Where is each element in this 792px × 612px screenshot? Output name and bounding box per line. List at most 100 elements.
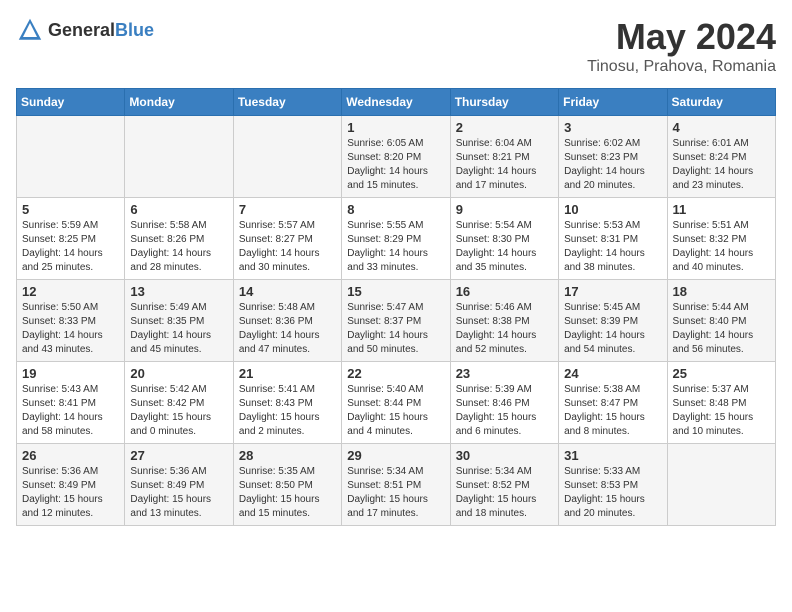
day-header-saturday: Saturday: [667, 89, 775, 116]
day-header-tuesday: Tuesday: [233, 89, 341, 116]
day-number: 29: [347, 448, 444, 463]
day-info: Sunrise: 5:47 AM Sunset: 8:37 PM Dayligh…: [347, 301, 444, 357]
day-info: Sunrise: 5:36 AM Sunset: 8:49 PM Dayligh…: [130, 465, 227, 521]
week-row-2: 5 Sunrise: 5:59 AM Sunset: 8:25 PM Daylig…: [17, 198, 776, 280]
day-number: 15: [347, 284, 444, 299]
calendar-cell: 14 Sunrise: 5:48 AM Sunset: 8:36 PM Dayli…: [233, 280, 341, 362]
day-number: 2: [456, 120, 553, 135]
location: Tinosu, Prahova, Romania: [587, 58, 776, 76]
calendar-cell: 24 Sunrise: 5:38 AM Sunset: 8:47 PM Dayli…: [559, 362, 667, 444]
day-number: 25: [673, 366, 770, 381]
day-number: 10: [564, 202, 661, 217]
day-number: 11: [673, 202, 770, 217]
day-info: Sunrise: 5:41 AM Sunset: 8:43 PM Dayligh…: [239, 383, 336, 439]
day-number: 7: [239, 202, 336, 217]
day-number: 31: [564, 448, 661, 463]
week-row-3: 12 Sunrise: 5:50 AM Sunset: 8:33 PM Dayli…: [17, 280, 776, 362]
day-info: Sunrise: 5:48 AM Sunset: 8:36 PM Dayligh…: [239, 301, 336, 357]
day-number: 20: [130, 366, 227, 381]
calendar-cell: 20 Sunrise: 5:42 AM Sunset: 8:42 PM Dayli…: [125, 362, 233, 444]
day-number: 4: [673, 120, 770, 135]
day-number: 28: [239, 448, 336, 463]
calendar-cell: 3 Sunrise: 6:02 AM Sunset: 8:23 PM Daylig…: [559, 116, 667, 198]
day-info: Sunrise: 5:45 AM Sunset: 8:39 PM Dayligh…: [564, 301, 661, 357]
logo: GeneralBlue: [16, 16, 154, 44]
calendar-cell: 22 Sunrise: 5:40 AM Sunset: 8:44 PM Dayli…: [342, 362, 450, 444]
calendar-cell: 25Sunrise: 5:37 AM Sunset: 8:48 PM Dayli…: [667, 362, 775, 444]
calendar-cell: 8 Sunrise: 5:55 AM Sunset: 8:29 PM Daylig…: [342, 198, 450, 280]
calendar-cell: [125, 116, 233, 198]
day-number: 19: [22, 366, 119, 381]
day-number: 3: [564, 120, 661, 135]
calendar-cell: 29 Sunrise: 5:34 AM Sunset: 8:51 PM Dayli…: [342, 444, 450, 526]
calendar-cell: 23 Sunrise: 5:39 AM Sunset: 8:46 PM Dayli…: [450, 362, 558, 444]
week-row-1: 1 Sunrise: 6:05 AM Sunset: 8:20 PM Daylig…: [17, 116, 776, 198]
calendar-cell: 12 Sunrise: 5:50 AM Sunset: 8:33 PM Dayli…: [17, 280, 125, 362]
day-number: 5: [22, 202, 119, 217]
calendar-cell: 18 Sunrise: 5:44 AM Sunset: 8:40 PM Dayli…: [667, 280, 775, 362]
day-number: 6: [130, 202, 227, 217]
day-info: Sunrise: 5:43 AM Sunset: 8:41 PM Dayligh…: [22, 383, 119, 439]
day-number: 13: [130, 284, 227, 299]
day-info: Sunrise: 5:59 AM Sunset: 8:25 PM Dayligh…: [22, 219, 119, 275]
month-title: May 2024: [587, 16, 776, 58]
day-info: Sunrise: 5:36 AM Sunset: 8:49 PM Dayligh…: [22, 465, 119, 521]
day-info: Sunrise: 5:53 AM Sunset: 8:31 PM Dayligh…: [564, 219, 661, 275]
day-info: Sunrise: 5:34 AM Sunset: 8:51 PM Dayligh…: [347, 465, 444, 521]
calendar-cell: 13 Sunrise: 5:49 AM Sunset: 8:35 PM Dayli…: [125, 280, 233, 362]
day-info: Sunrise: 5:33 AM Sunset: 8:53 PM Dayligh…: [564, 465, 661, 521]
day-info: Sunrise: 6:04 AM Sunset: 8:21 PM Dayligh…: [456, 137, 553, 193]
day-info: Sunrise: 5:57 AM Sunset: 8:27 PM Dayligh…: [239, 219, 336, 275]
day-number: 24: [564, 366, 661, 381]
day-info: Sunrise: 5:51 AM Sunset: 8:32 PM Dayligh…: [673, 219, 770, 275]
day-info: Sunrise: 5:50 AM Sunset: 8:33 PM Dayligh…: [22, 301, 119, 357]
calendar-cell: 7 Sunrise: 5:57 AM Sunset: 8:27 PM Daylig…: [233, 198, 341, 280]
day-number: 9: [456, 202, 553, 217]
day-number: 1: [347, 120, 444, 135]
day-info: Sunrise: 5:34 AM Sunset: 8:52 PM Dayligh…: [456, 465, 553, 521]
day-number: 26: [22, 448, 119, 463]
calendar-cell: 11 Sunrise: 5:51 AM Sunset: 8:32 PM Dayli…: [667, 198, 775, 280]
calendar-cell: 2 Sunrise: 6:04 AM Sunset: 8:21 PM Daylig…: [450, 116, 558, 198]
logo-text-blue: Blue: [115, 20, 154, 40]
calendar-cell: 31 Sunrise: 5:33 AM Sunset: 8:53 PM Dayli…: [559, 444, 667, 526]
day-info: Sunrise: 5:39 AM Sunset: 8:46 PM Dayligh…: [456, 383, 553, 439]
day-header-monday: Monday: [125, 89, 233, 116]
day-number: 12: [22, 284, 119, 299]
day-info: Sunrise: 5:40 AM Sunset: 8:44 PM Dayligh…: [347, 383, 444, 439]
day-header-thursday: Thursday: [450, 89, 558, 116]
day-number: 14: [239, 284, 336, 299]
day-number: 23: [456, 366, 553, 381]
calendar-cell: 5 Sunrise: 5:59 AM Sunset: 8:25 PM Daylig…: [17, 198, 125, 280]
calendar-cell: 6Sunrise: 5:58 AM Sunset: 8:26 PM Daylig…: [125, 198, 233, 280]
day-info: Sunrise: 5:42 AM Sunset: 8:42 PM Dayligh…: [130, 383, 227, 439]
calendar-cell: 10 Sunrise: 5:53 AM Sunset: 8:31 PM Dayli…: [559, 198, 667, 280]
day-header-sunday: Sunday: [17, 89, 125, 116]
day-info: Sunrise: 5:55 AM Sunset: 8:29 PM Dayligh…: [347, 219, 444, 275]
logo-text-general: General: [48, 20, 115, 40]
day-info: Sunrise: 5:38 AM Sunset: 8:47 PM Dayligh…: [564, 383, 661, 439]
day-info: Sunrise: 5:49 AM Sunset: 8:35 PM Dayligh…: [130, 301, 227, 357]
day-info: Sunrise: 6:01 AM Sunset: 8:24 PM Dayligh…: [673, 137, 770, 193]
calendar-table: SundayMondayTuesdayWednesdayThursdayFrid…: [16, 88, 776, 526]
logo-icon: [16, 16, 44, 44]
calendar-cell: 17 Sunrise: 5:45 AM Sunset: 8:39 PM Dayli…: [559, 280, 667, 362]
day-info: Sunrise: 5:54 AM Sunset: 8:30 PM Dayligh…: [456, 219, 553, 275]
day-number: 17: [564, 284, 661, 299]
calendar-cell: 1 Sunrise: 6:05 AM Sunset: 8:20 PM Daylig…: [342, 116, 450, 198]
title-block: May 2024 Tinosu, Prahova, Romania: [587, 16, 776, 76]
day-info: Sunrise: 6:02 AM Sunset: 8:23 PM Dayligh…: [564, 137, 661, 193]
calendar-cell: [667, 444, 775, 526]
day-number: 30: [456, 448, 553, 463]
day-info: Sunrise: 6:05 AM Sunset: 8:20 PM Dayligh…: [347, 137, 444, 193]
day-number: 8: [347, 202, 444, 217]
calendar-cell: [233, 116, 341, 198]
day-number: 18: [673, 284, 770, 299]
calendar-cell: 26 Sunrise: 5:36 AM Sunset: 8:49 PM Dayli…: [17, 444, 125, 526]
calendar-cell: 16Sunrise: 5:46 AM Sunset: 8:38 PM Dayli…: [450, 280, 558, 362]
calendar-cell: 4 Sunrise: 6:01 AM Sunset: 8:24 PM Daylig…: [667, 116, 775, 198]
day-number: 21: [239, 366, 336, 381]
day-info: Sunrise: 5:44 AM Sunset: 8:40 PM Dayligh…: [673, 301, 770, 357]
page-header: GeneralBlue May 2024 Tinosu, Prahova, Ro…: [16, 16, 776, 76]
day-number: 22: [347, 366, 444, 381]
